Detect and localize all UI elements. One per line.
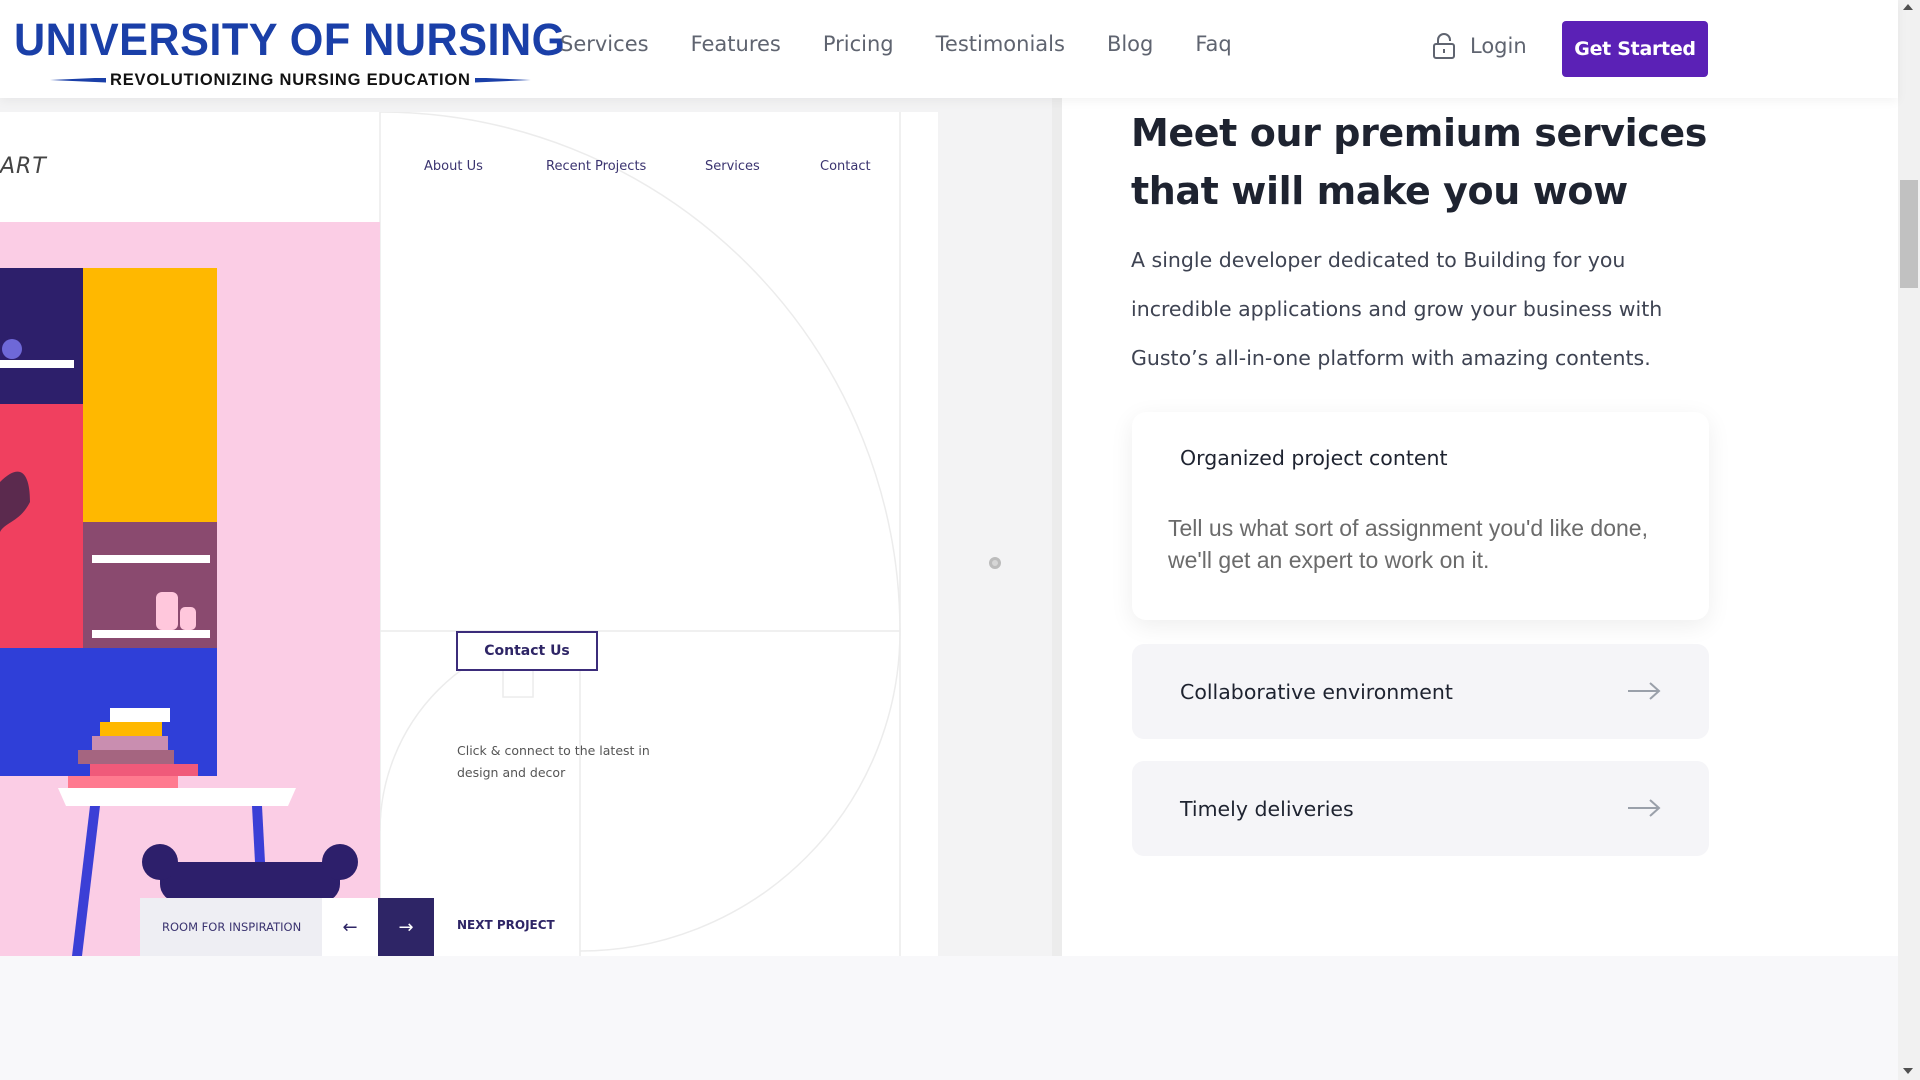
nav-blog[interactable]: Blog [1107,32,1153,56]
nav-faq[interactable]: Faq [1195,32,1231,56]
preview-nav-about[interactable]: About Us [424,159,483,174]
preview-next-project-link[interactable]: NEXT PROJECT [457,918,555,932]
interior-illustration [0,222,380,956]
preview-room-label: ROOM FOR INSPIRATION [140,898,322,956]
service-card-title: Organized project content [1180,446,1448,470]
service-card-title: Collaborative environment [1180,679,1453,704]
nav-testimonials[interactable]: Testimonials [936,32,1065,56]
nav-pricing[interactable]: Pricing [823,32,894,56]
section-bottom-strip [0,956,1898,1080]
get-started-button[interactable]: Get Started [1562,21,1708,77]
preview-contact-button[interactable]: Contact Us [456,631,598,671]
arrow-right-icon [1628,799,1661,817]
site-logo[interactable]: UNIVERSITY OF NURSING REVOLUTIONIZING NU… [14,14,565,94]
nav-services[interactable]: Services [560,32,649,56]
service-card-body: Tell us what sort of assignment you'd li… [1168,515,1648,573]
scroll-down-icon[interactable] [1903,1068,1913,1074]
nav-features[interactable]: Features [691,32,781,56]
preview-nav-services[interactable]: Services [705,159,760,174]
logo-tagline: REVOLUTIONIZING NURSING EDUCATION [50,69,531,91]
scroll-thumb[interactable] [1900,180,1918,288]
arrow-left-icon: ← [342,916,358,938]
service-card-expanded[interactable]: Organized project content Tell us what s… [1132,412,1709,620]
service-card-timely[interactable]: Timely deliveries [1132,761,1709,856]
services-description: A single developer dedicated to Building… [1131,248,1663,370]
login-link[interactable]: Login [1432,32,1527,60]
service-card-title: Timely deliveries [1180,796,1354,821]
services-heading: Meet our premium services that will make… [1131,111,1707,213]
service-card-collaborative[interactable]: Collaborative environment [1132,644,1709,739]
logo-swoosh-left [50,77,106,83]
preview-contact-text: Click & connect to the latest in design … [457,743,650,780]
arrow-right-icon [1628,682,1661,700]
page-scrollbar[interactable] [1898,0,1920,1080]
shelf-illustration [0,268,358,956]
project-preview-frame: ART About Us Recent Projects Services Co… [0,112,938,956]
logo-swoosh-right [474,77,531,83]
preview-prev-button[interactable]: ← [322,898,378,956]
login-label: Login [1470,34,1527,58]
preview-nav-contact[interactable]: Contact [820,159,871,174]
lock-icon [1433,33,1455,59]
logo-title: UNIVERSITY OF NURSING [14,14,566,65]
main-nav: Services Features Pricing Testimonials B… [560,32,1274,56]
site-header: UNIVERSITY OF NURSING REVOLUTIONIZING NU… [0,0,1898,98]
preview-divider [1052,98,1062,956]
logo-subtitle: REVOLUTIONIZING NURSING EDUCATION [110,70,471,89]
preview-slider-dot[interactable] [989,557,1001,569]
arrow-right-icon: → [398,916,414,938]
preview-next-button[interactable]: → [378,898,434,956]
preview-nav-projects[interactable]: Recent Projects [546,159,646,174]
preview-brand: ART [0,154,47,179]
scroll-up-icon[interactable] [1903,4,1913,10]
